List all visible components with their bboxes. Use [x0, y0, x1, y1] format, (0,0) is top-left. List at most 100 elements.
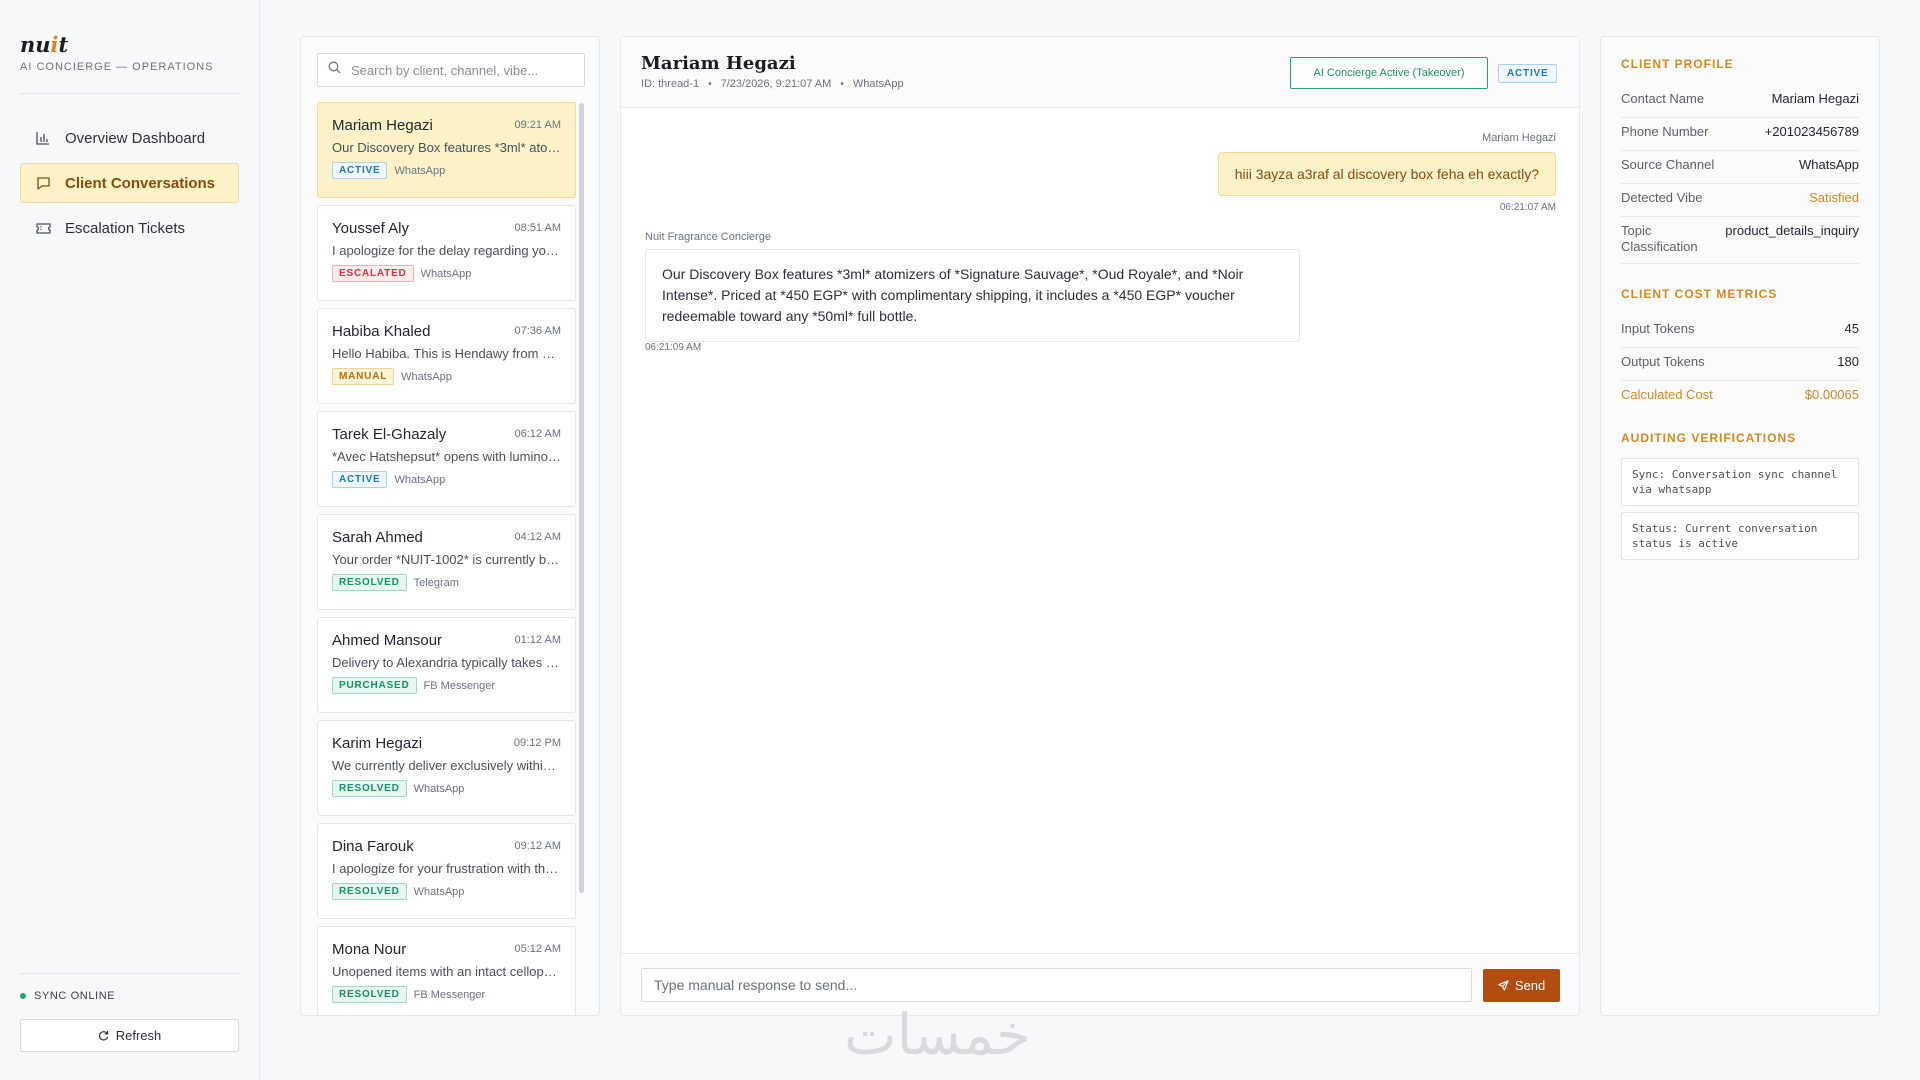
channel-label: WhatsApp — [413, 885, 465, 898]
message-timestamp: 06:21:07 AM — [1499, 202, 1556, 213]
conversation-preview: We currently deliver exclusively within … — [332, 758, 561, 773]
nav-item-overview-dashboard[interactable]: Overview Dashboard — [20, 118, 239, 158]
section-title: CLIENT PROFILE — [1621, 57, 1734, 71]
list-scrollbar[interactable] — [579, 103, 584, 893]
chat-panel: Mariam Hegazi ID: thread-1 • 7/23/2026, … — [620, 36, 1580, 1016]
sidebar: nuit AI CONCIERGE — OPERATIONS Overview … — [0, 0, 260, 1080]
conversation-item[interactable]: Youssef Aly 08:51 AM I apologize for the… — [317, 205, 576, 301]
profile-row: Contact Name Mariam Hegazi — [1621, 91, 1859, 118]
cost-row: Calculated Cost $0.00065 — [1621, 387, 1859, 414]
status-badge: RESOLVED — [332, 574, 407, 591]
cost-row: Input Tokens 45 — [1621, 321, 1859, 348]
field-label: Input Tokens — [1621, 321, 1695, 336]
thread-channel: WhatsApp — [852, 78, 904, 90]
conversation-time: 08:51 AM — [514, 222, 561, 234]
conversation-time: 07:36 AM — [514, 325, 561, 337]
field-label: Phone Number — [1621, 124, 1709, 139]
field-value: Mariam Hegazi — [1771, 91, 1859, 106]
nav-item-client-conversations[interactable]: Client Conversations — [20, 163, 239, 203]
status-badge: RESOLVED — [332, 986, 407, 1003]
conversation-time: 05:12 AM — [514, 943, 561, 955]
send-label: Send — [1514, 978, 1546, 993]
status-badge: ACTIVE — [332, 162, 388, 179]
message-sender: Mariam Hegazi — [1482, 132, 1556, 144]
conversation-time: 01:12 AM — [514, 634, 561, 646]
profile-row: Detected Vibe Satisfied — [1621, 190, 1859, 217]
audit-item: Status: Current conversation status is a… — [1621, 512, 1859, 560]
conversation-item[interactable]: Ahmed Mansour 01:12 AM Delivery to Alexa… — [317, 617, 576, 713]
channel-label: WhatsApp — [394, 164, 446, 177]
bot-message-bubble: Our Discovery Box features *3ml* atomize… — [645, 249, 1300, 342]
conversation-time: 06:12 AM — [514, 428, 561, 440]
channel-label: Telegram — [413, 576, 459, 589]
field-value: product_details_inquiry — [1725, 223, 1859, 238]
conversation-time: 04:12 AM — [514, 531, 561, 543]
conversation-time: 09:12 PM — [513, 737, 561, 749]
search-icon — [328, 61, 341, 79]
thread-datetime: 7/23/2026, 9:21:07 AM — [720, 78, 832, 90]
conversation-item[interactable]: Mariam Hegazi 09:21 AM Our Discovery Box… — [317, 102, 576, 198]
sync-status-label: SYNC ONLINE — [34, 990, 116, 1002]
field-value: 45 — [1844, 321, 1859, 336]
bar-chart-icon — [35, 130, 51, 146]
nav-label: Overview Dashboard — [65, 129, 206, 147]
field-label: Detected Vibe — [1621, 190, 1703, 205]
send-icon — [1498, 980, 1509, 991]
watermark-logo: خمسات — [844, 1003, 1031, 1068]
cost-row: Output Tokens 180 — [1621, 354, 1859, 381]
conversation-preview: Your order *NUIT-1002* is currently bein… — [332, 552, 561, 567]
section-title: AUDITING VERIFICATIONS — [1621, 431, 1797, 445]
conversation-list-panel: Mariam Hegazi 09:21 AM Our Discovery Box… — [300, 36, 600, 1016]
field-value: +201023456789 — [1764, 124, 1859, 139]
nav-label: Escalation Tickets — [65, 219, 186, 237]
search-input[interactable] — [351, 62, 571, 78]
conversation-item[interactable]: Tarek El-Ghazaly 06:12 AM *Avec Hatsheps… — [317, 411, 576, 507]
conversation-item[interactable]: Mona Nour 05:12 AM Unopened items with a… — [317, 926, 576, 1015]
conversation-preview: Delivery to Alexandria typically takes 2… — [332, 655, 561, 670]
conversation-item[interactable]: Sarah Ahmed 04:12 AM Your order *NUIT-10… — [317, 514, 576, 610]
manual-response-input[interactable] — [641, 968, 1472, 1002]
send-button[interactable]: Send — [1483, 969, 1560, 1002]
conversation-item[interactable]: Habiba Khaled 07:36 AM Hello Habiba. Thi… — [317, 308, 576, 404]
refresh-label: Refresh — [115, 1028, 162, 1043]
ticket-icon — [35, 220, 51, 236]
sidebar-divider — [20, 973, 239, 974]
refresh-button[interactable]: Refresh — [20, 1019, 239, 1052]
channel-label: WhatsApp — [394, 473, 446, 486]
sync-status: SYNC ONLINE — [20, 990, 115, 1002]
brand-subtitle: AI CONCIERGE — OPERATIONS — [20, 61, 214, 73]
conversation-preview: Hello Habiba. This is Hendawy from Nuit — [332, 346, 561, 361]
field-label: Source Channel — [1621, 157, 1715, 172]
nav-item-escalation-tickets[interactable]: Escalation Tickets — [20, 208, 239, 248]
conversation-preview: *Avec Hatshepsut* opens with luminous no… — [332, 449, 561, 464]
channel-label: FB Messenger — [423, 679, 496, 692]
status-badge: PURCHASED — [332, 677, 417, 694]
conversation-item[interactable]: Karim Hegazi 09:12 PM We currently deliv… — [317, 720, 576, 816]
status-badge: ACTIVE — [332, 471, 388, 488]
thread-id: ID: thread-1 — [641, 78, 700, 90]
search-box[interactable] — [317, 53, 585, 87]
takeover-button[interactable]: AI Concierge Active (Takeover) — [1290, 57, 1488, 89]
status-dot-icon — [20, 993, 26, 999]
field-value: 180 — [1837, 354, 1859, 369]
status-badge: MANUAL — [332, 368, 395, 385]
channel-label: WhatsApp — [420, 267, 472, 280]
field-label: Calculated Cost — [1621, 387, 1713, 402]
channel-label: WhatsApp — [413, 782, 465, 795]
status-badge: ESCALATED — [332, 265, 414, 282]
user-message-bubble: hiii 3ayza a3raf al discovery box feha e… — [1217, 152, 1556, 196]
conversation-preview: I apologize for your frustration with th… — [332, 861, 561, 876]
status-badge: ACTIVE — [1498, 64, 1558, 83]
bullet-separator: • — [708, 78, 712, 90]
field-label: Output Tokens — [1621, 354, 1705, 369]
client-profile-panel: CLIENT PROFILE Contact Name Mariam Hegazi… — [1600, 36, 1880, 1016]
chat-title: Mariam Hegazi — [641, 53, 796, 74]
message-composer: Send — [621, 953, 1579, 1015]
conversation-item[interactable]: Dina Farouk 09:12 AM I apologize for you… — [317, 823, 576, 919]
conversation-preview: Our Discovery Box features *3ml* atomize… — [332, 140, 561, 155]
channel-label: WhatsApp — [401, 370, 452, 383]
section-title: CLIENT COST METRICS — [1621, 287, 1778, 301]
chat-meta: ID: thread-1 • 7/23/2026, 9:21:07 AM • W… — [641, 78, 904, 90]
profile-row: Source Channel WhatsApp — [1621, 157, 1859, 184]
field-label: Contact Name — [1621, 91, 1705, 106]
